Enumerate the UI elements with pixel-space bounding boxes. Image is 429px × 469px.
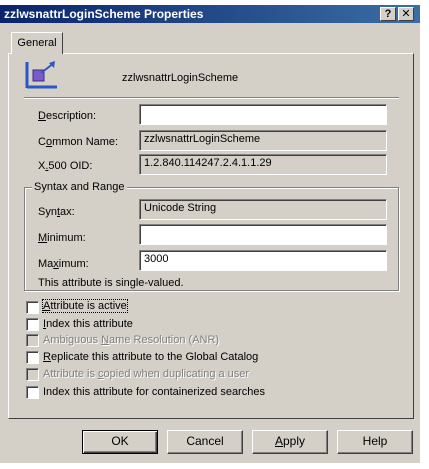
common-name-label: Common Name: (38, 136, 119, 148)
copied-on-duplicate-label: Attribute is copied when duplicating a u… (43, 368, 250, 380)
maximum-label: Maximum: (38, 258, 89, 270)
syntax-field[interactable]: Unicode String (139, 199, 387, 220)
attribute-name-heading: zzlwsnattrLoginScheme (122, 72, 239, 84)
syntax-and-range-title: Syntax and Range (32, 181, 127, 193)
replicate-gc-label[interactable]: Replicate this attribute to the Global C… (43, 351, 258, 363)
window-title: zzlwsnattrLoginScheme Properties (4, 7, 204, 21)
maximum-field[interactable]: 3000 (139, 250, 387, 271)
single-valued-note: This attribute is single-valued. (38, 277, 184, 289)
help-title-button[interactable]: ? (380, 7, 396, 21)
tab-general[interactable]: General (11, 32, 63, 54)
background-edge-bottom (0, 463, 429, 469)
anr-checkbox (26, 334, 39, 347)
attribute-active-label[interactable]: Attribute is active (42, 299, 128, 313)
x500-oid-label: X.500 OID: (38, 160, 93, 172)
attribute-active-checkbox[interactable] (26, 301, 39, 314)
attribute-schema-icon (25, 61, 57, 89)
syntax-label: Syntax: (38, 206, 75, 218)
separator (24, 97, 399, 99)
index-attribute-checkbox[interactable] (26, 318, 39, 331)
apply-button[interactable]: Apply (252, 430, 328, 454)
ok-button[interactable]: OK (82, 430, 158, 454)
description-field[interactable] (139, 104, 387, 125)
minimum-label: Minimum: (38, 232, 86, 244)
help-button[interactable]: Help (337, 430, 413, 454)
description-label: Description: (38, 110, 97, 122)
minimum-field[interactable] (139, 224, 387, 245)
common-name-field[interactable]: zzlwsnattrLoginScheme (139, 130, 387, 151)
copied-on-duplicate-checkbox (26, 368, 39, 381)
anr-label: Ambiguous Name Resolution (ANR) (43, 334, 220, 346)
replicate-gc-checkbox[interactable] (26, 351, 39, 364)
background-edge (420, 0, 429, 469)
index-attribute-label[interactable]: Index this attribute (43, 318, 133, 330)
cancel-button[interactable]: Cancel (167, 430, 243, 454)
containerized-search-checkbox[interactable] (26, 386, 39, 399)
x500-oid-field[interactable]: 1.2.840.114247.2.4.1.1.29 (139, 154, 387, 175)
containerized-search-label[interactable]: Index this attribute for containerized s… (43, 386, 265, 398)
tab-general-label: General (17, 37, 57, 49)
close-icon[interactable]: ✕ (398, 7, 414, 21)
